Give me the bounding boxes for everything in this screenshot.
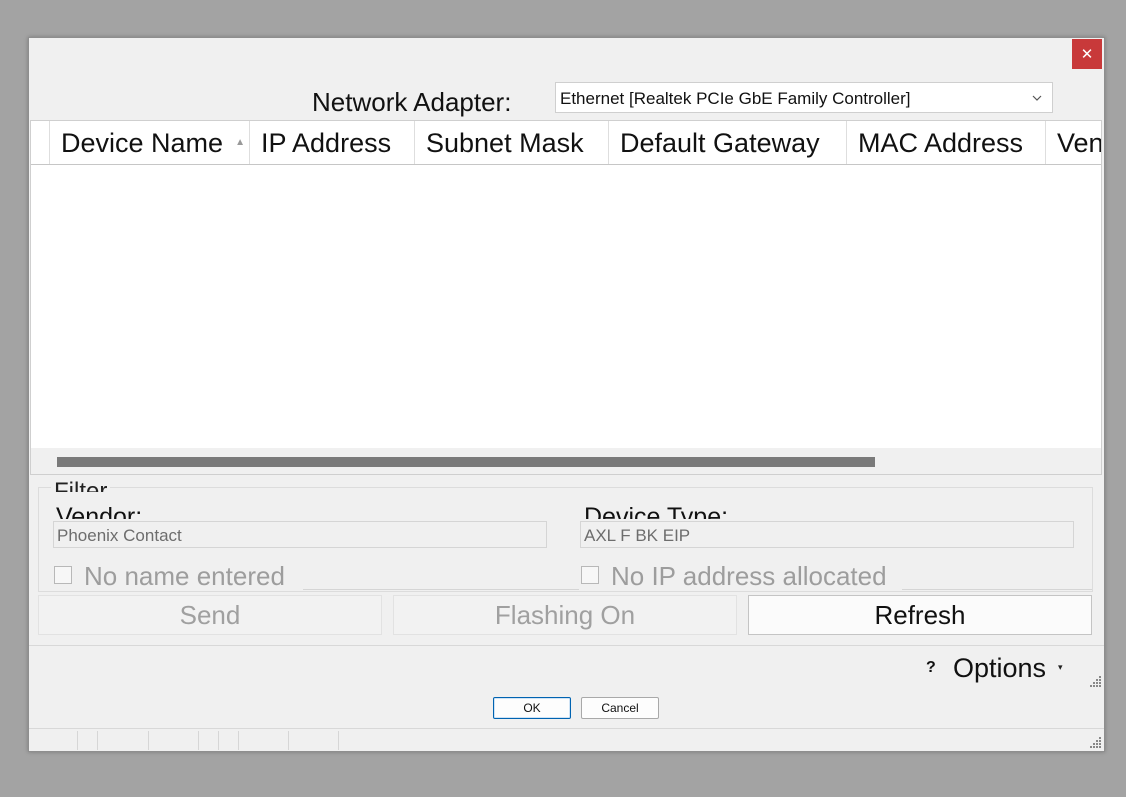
resize-grip-icon[interactable] bbox=[1090, 736, 1102, 748]
table-header: Device Name ▲ IP Address Subnet Mask Def… bbox=[31, 121, 1101, 165]
network-adapter-label: Network Adapter: bbox=[312, 87, 512, 117]
column-header-label: Device Name bbox=[61, 128, 224, 158]
cancel-button[interactable]: Cancel bbox=[581, 697, 659, 719]
refresh-button[interactable]: Refresh bbox=[748, 595, 1092, 635]
status-cell bbox=[198, 731, 199, 750]
vendor-label: Vendor: bbox=[56, 503, 143, 519]
status-cell bbox=[238, 731, 239, 750]
status-cell bbox=[148, 731, 149, 750]
resize-grip-icon[interactable] bbox=[1090, 675, 1102, 687]
column-header-ip-address[interactable]: IP Address bbox=[249, 121, 414, 164]
column-header-vendor[interactable]: Ven bbox=[1045, 121, 1102, 164]
send-button[interactable]: Send bbox=[38, 595, 382, 635]
horizontal-scrollbar[interactable] bbox=[31, 448, 1101, 474]
ok-button[interactable]: OK bbox=[493, 697, 571, 719]
column-header-label: Subnet Mask bbox=[426, 128, 584, 158]
sort-ascending-icon: ▲ bbox=[235, 137, 245, 148]
vendor-field[interactable]: Phoenix Contact bbox=[53, 521, 547, 548]
status-cell bbox=[97, 731, 98, 750]
scrollbar-thumb[interactable] bbox=[57, 457, 875, 467]
network-adapter-value: Ethernet [Realtek PCIe GbE Family Contro… bbox=[560, 89, 911, 108]
no-ip-checkbox[interactable] bbox=[581, 566, 599, 584]
close-icon: ✕ bbox=[1080, 46, 1094, 63]
filter-group-title: Filter bbox=[51, 478, 111, 492]
device-search-dialog: ✕ Network Adapter: Ethernet [Realtek PCI… bbox=[28, 37, 1105, 752]
column-header-device-name[interactable]: Device Name ▲ bbox=[49, 121, 249, 164]
column-header-label: IP Address bbox=[261, 128, 392, 158]
column-header-subnet-mask[interactable]: Subnet Mask bbox=[414, 121, 608, 164]
network-adapter-select[interactable]: Ethernet [Realtek PCIe GbE Family Contro… bbox=[555, 82, 1053, 113]
column-header-label: Default Gateway bbox=[620, 128, 820, 158]
chevron-down-icon bbox=[1032, 95, 1042, 101]
column-header-label: Ven bbox=[1057, 128, 1102, 158]
column-header-label: MAC Address bbox=[858, 128, 1024, 158]
no-ip-label: No IP address allocated bbox=[611, 561, 887, 591]
chevron-down-icon: ▾ bbox=[1058, 662, 1063, 672]
divider bbox=[29, 645, 1104, 646]
flashing-button[interactable]: Flashing On bbox=[393, 595, 737, 635]
device-table[interactable]: Device Name ▲ IP Address Subnet Mask Def… bbox=[30, 120, 1102, 475]
no-name-checkbox[interactable] bbox=[54, 566, 72, 584]
no-name-label: No name entered bbox=[84, 561, 285, 591]
column-header-default-gateway[interactable]: Default Gateway bbox=[608, 121, 846, 164]
status-cell bbox=[77, 731, 78, 750]
close-button[interactable]: ✕ bbox=[1072, 39, 1102, 69]
status-bar bbox=[29, 728, 1104, 752]
status-cell bbox=[288, 731, 289, 750]
device-type-label: Device Type: bbox=[584, 503, 729, 519]
divider bbox=[902, 589, 1092, 590]
divider bbox=[303, 589, 579, 590]
options-button[interactable]: Options bbox=[953, 653, 1046, 684]
column-header-mac-address[interactable]: MAC Address bbox=[846, 121, 1045, 164]
status-cell bbox=[338, 731, 339, 750]
help-icon[interactable]: ? bbox=[926, 659, 936, 677]
device-type-field[interactable]: AXL F BK EIP bbox=[580, 521, 1074, 548]
status-cell bbox=[218, 731, 219, 750]
